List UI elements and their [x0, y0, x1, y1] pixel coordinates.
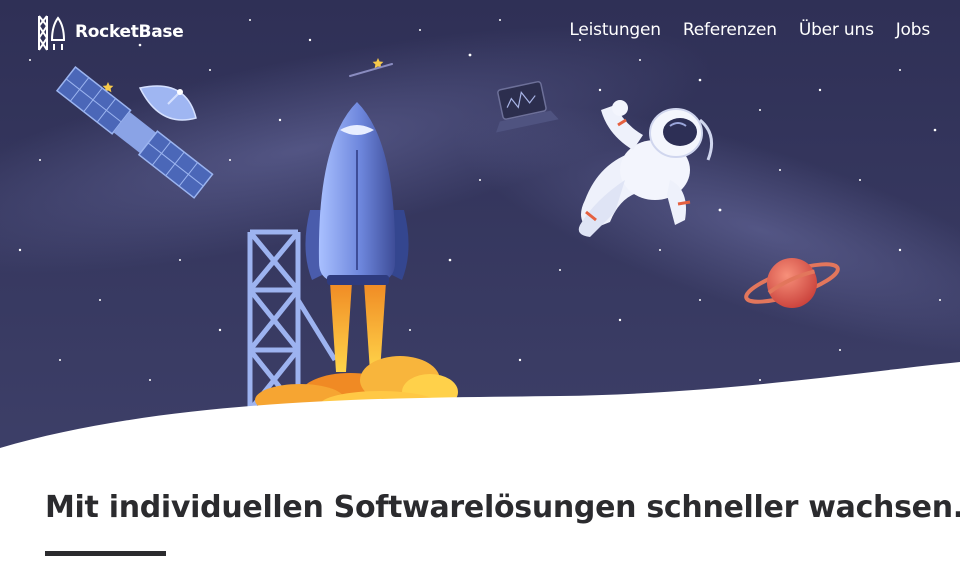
brand-name: RocketBase	[75, 22, 184, 42]
rocket-tower-logo-icon	[38, 15, 66, 51]
space-scene	[0, 0, 960, 460]
nav-item-jobs[interactable]: Jobs	[896, 20, 930, 40]
main-navigation: Leistungen Referenzen Über uns Jobs	[569, 20, 930, 40]
nav-item-ueber-uns[interactable]: Über uns	[799, 20, 874, 40]
headline-underline	[45, 551, 166, 556]
nav-item-leistungen[interactable]: Leistungen	[569, 20, 661, 40]
brand-logo-link[interactable]: RocketBase	[35, 12, 184, 52]
nav-item-referenzen[interactable]: Referenzen	[683, 20, 777, 40]
site-header: RocketBase Leistungen Referenzen Über un…	[0, 0, 960, 66]
page-headline: Mit individuellen Softwarelösungen schne…	[45, 490, 960, 525]
hero-illustration	[0, 0, 960, 460]
